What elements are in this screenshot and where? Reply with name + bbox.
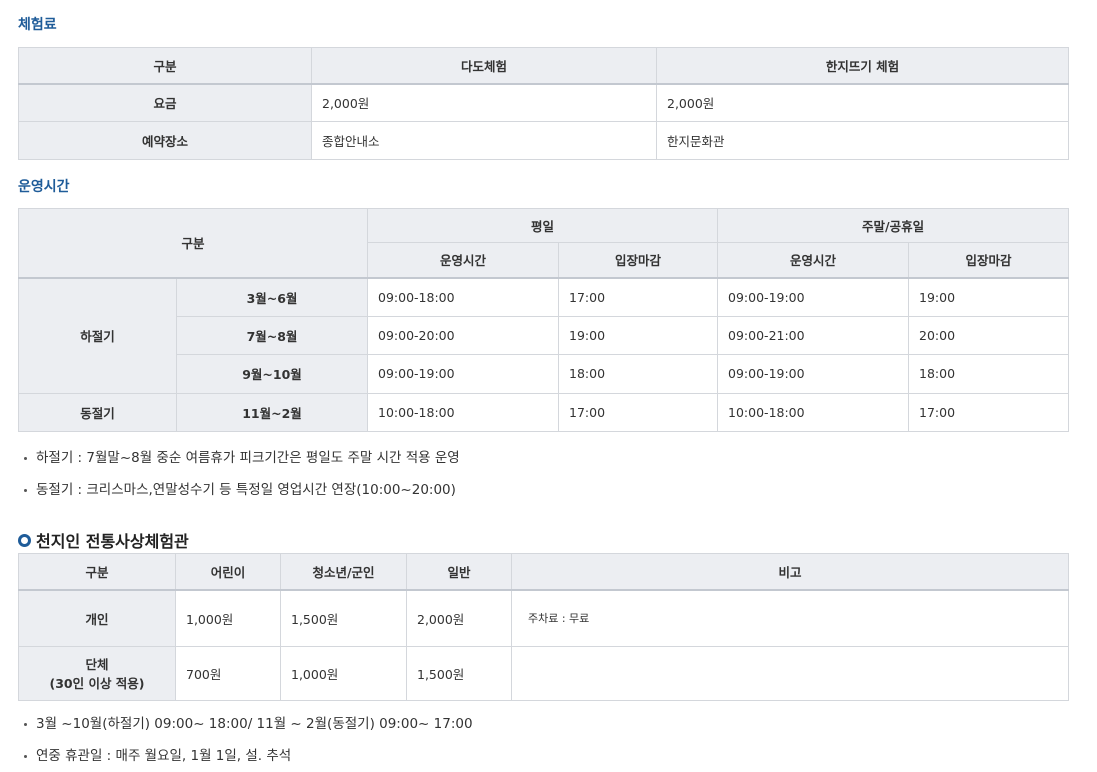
hours-notes-list: 하절기 : 7월말~8월 중순 여름휴가 피크기간은 평일도 주말 시간 적용 … xyxy=(24,448,460,512)
cell-weekday-open: 09:00-20:00 xyxy=(367,315,560,355)
row-label-group: 단체 (30인 이상 적용) xyxy=(18,646,176,701)
header-category: 구분 xyxy=(18,47,312,85)
header-hanji-making: 한지뜨기 체험 xyxy=(656,47,1069,85)
header-tea-ceremony: 다도체험 xyxy=(311,47,657,85)
cell-youth-fee: 1,500원 xyxy=(280,589,407,647)
header-weekday-last-entry: 입장마감 xyxy=(558,242,719,279)
table-row: 요금 2,000원 2,000원 xyxy=(18,83,1069,122)
header-weekday-open: 운영시간 xyxy=(367,242,560,279)
cheonjiin-section-title: 천지인 전통사상체험관 xyxy=(18,528,189,552)
cell-weekend-open: 09:00-19:00 xyxy=(717,354,910,394)
cell-weekday-open: 09:00-19:00 xyxy=(367,354,560,394)
list-item: 동절기 : 크리스마스,연말성수기 등 특정일 영업시간 연장(10:00~20… xyxy=(24,480,460,512)
cell-tea-fee: 2,000원 xyxy=(311,83,657,122)
list-item: 연중 휴관일 : 매주 월요일, 1월 1일, 설. 추석 xyxy=(24,746,473,772)
cell-youth-fee: 1,000원 xyxy=(280,646,407,701)
cell-weekend-last-entry: 17:00 xyxy=(908,392,1070,432)
cell-weekend-open: 09:00-19:00 xyxy=(717,277,910,317)
period-label: 11월~2월 xyxy=(175,392,369,432)
row-label-group-line2: (30인 이상 적용) xyxy=(49,675,145,691)
row-label-reservation: 예약장소 xyxy=(18,121,312,160)
cell-weekday-open: 09:00-18:00 xyxy=(367,277,560,317)
hours-section-title: 운영시간 xyxy=(18,179,70,195)
cell-weekday-last-entry: 17:00 xyxy=(558,392,719,432)
table-row: 개인 1,000원 1,500원 2,000원 주차료 : 무료 xyxy=(18,589,1069,647)
cell-weekday-last-entry: 19:00 xyxy=(558,315,719,355)
period-label: 3월~6월 xyxy=(175,277,369,317)
cell-hanji-place: 한지문화관 xyxy=(656,121,1069,160)
cell-weekend-last-entry: 20:00 xyxy=(908,315,1070,355)
cell-adult-fee: 2,000원 xyxy=(406,589,512,647)
cell-adult-fee: 1,500원 xyxy=(406,646,512,701)
fee-section-title: 체험료 xyxy=(18,17,57,33)
cell-hanji-fee: 2,000원 xyxy=(656,83,1069,122)
header-weekday: 평일 xyxy=(367,208,719,243)
header-category: 구분 xyxy=(18,553,176,591)
table-row: 9월~10월 09:00-19:00 18:00 09:00-19:00 18:… xyxy=(19,354,1070,394)
cell-remarks xyxy=(511,646,1069,701)
cheonjiin-notes-list: 3월 ~10월(하절기) 09:00~ 18:00/ 11월 ~ 2월(동절기)… xyxy=(24,714,473,772)
cheonjiin-title-text: 천지인 전통사상체험관 xyxy=(36,532,189,551)
list-item: 3월 ~10월(하절기) 09:00~ 18:00/ 11월 ~ 2월(동절기)… xyxy=(24,714,473,746)
cheonjiin-fee-table: 구분 어린이 청소년/군인 일반 비고 개인 1,000원 1,500원 2,0… xyxy=(18,553,1069,701)
cell-weekend-last-entry: 19:00 xyxy=(908,277,1070,317)
cell-weekend-last-entry: 18:00 xyxy=(908,354,1070,394)
table-row: 예약장소 종합안내소 한지문화관 xyxy=(18,121,1069,160)
period-label: 9월~10월 xyxy=(175,354,369,394)
cell-tea-place: 종합안내소 xyxy=(311,121,657,160)
cell-child-fee: 1,000원 xyxy=(175,589,281,647)
cell-weekday-last-entry: 17:00 xyxy=(558,277,719,317)
row-label-group-line1: 단체 xyxy=(85,656,109,672)
header-weekend-open: 운영시간 xyxy=(717,242,910,279)
fee-table: 구분 다도체험 한지뜨기 체험 요금 2,000원 2,000원 예약장소 종합… xyxy=(18,47,1069,160)
header-weekend: 주말/공휴일 xyxy=(717,208,1070,243)
cell-child-fee: 700원 xyxy=(175,646,281,701)
cell-remarks: 주차료 : 무료 xyxy=(511,589,1069,647)
season-label-winter: 동절기 xyxy=(18,392,177,432)
table-header-row: 구분 평일 주말/공휴일 xyxy=(17,208,1070,279)
cell-weekend-open: 10:00-18:00 xyxy=(717,392,910,432)
hours-table: 구분 평일 주말/공휴일 운영시간 입장마감 운영시간 입장마감 하절기 3월~… xyxy=(17,208,1070,432)
season-label-summer: 하절기 xyxy=(18,277,177,394)
cell-weekday-open: 10:00-18:00 xyxy=(367,392,560,432)
row-label-individual: 개인 xyxy=(18,589,176,647)
circle-bullet-icon xyxy=(18,533,31,547)
cell-weekend-open: 09:00-21:00 xyxy=(717,315,910,355)
header-child: 어린이 xyxy=(175,553,281,591)
table-row: 7월~8월 09:00-20:00 19:00 09:00-21:00 20:0… xyxy=(19,315,1070,355)
table-row: 동절기 11월~2월 10:00-18:00 17:00 10:00-18:00… xyxy=(18,392,1070,432)
table-row: 하절기 3월~6월 09:00-18:00 17:00 09:00-19:00 … xyxy=(18,277,1070,394)
table-row: 단체 (30인 이상 적용) 700원 1,000원 1,500원 xyxy=(18,646,1069,701)
row-label-fee: 요금 xyxy=(18,83,312,122)
header-category: 구분 xyxy=(17,208,369,279)
header-youth-soldier: 청소년/군인 xyxy=(280,553,407,591)
cell-weekday-last-entry: 18:00 xyxy=(558,354,719,394)
header-weekend-last-entry: 입장마감 xyxy=(908,242,1070,279)
table-header-row: 구분 어린이 청소년/군인 일반 비고 xyxy=(18,553,1069,591)
header-adult: 일반 xyxy=(406,553,512,591)
list-item: 하절기 : 7월말~8월 중순 여름휴가 피크기간은 평일도 주말 시간 적용 … xyxy=(24,448,460,480)
table-header-row: 구분 다도체험 한지뜨기 체험 xyxy=(18,47,1069,85)
period-label: 7월~8월 xyxy=(175,315,369,355)
header-remarks: 비고 xyxy=(511,553,1069,591)
